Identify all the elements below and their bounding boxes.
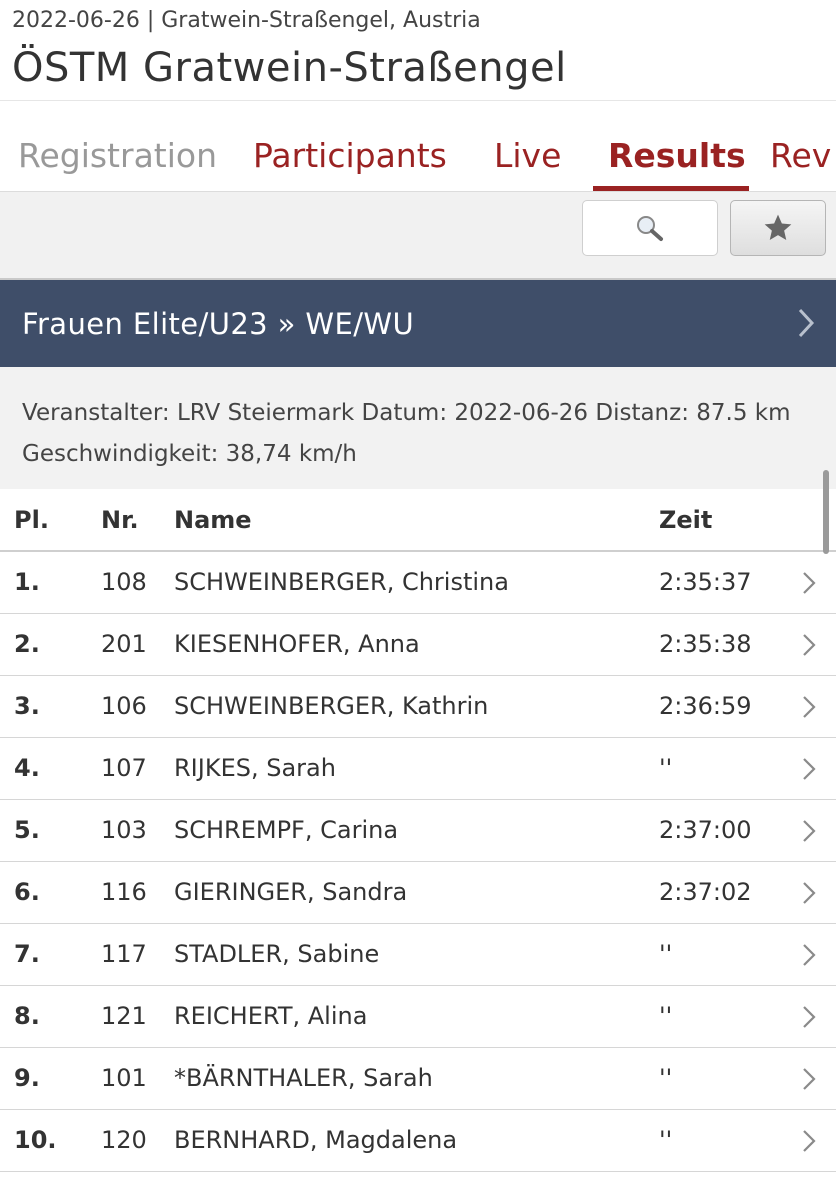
athlete-name-cell: GIERINGER, Sandra <box>174 878 408 906</box>
table-row[interactable]: 8. 121 REICHERT, Alina '' <box>0 986 836 1048</box>
place-cell: 6. <box>14 878 40 906</box>
bib-number-cell: 101 <box>101 1064 147 1092</box>
bib-number-cell: 106 <box>101 692 147 720</box>
chevron-right-icon <box>803 634 816 656</box>
place-cell: 4. <box>14 754 40 782</box>
bib-number-cell: 103 <box>101 816 147 844</box>
place-cell: 10. <box>14 1126 57 1154</box>
chevron-right-icon <box>803 882 816 904</box>
tab-participants[interactable]: Participants <box>253 136 447 175</box>
athlete-name-cell: RIJKES, Sarah <box>174 754 336 782</box>
event-date-location: 2022-06-26 | Gratwein-Straßengel, Austri… <box>12 8 481 33</box>
table-row[interactable]: 10. 120 BERNHARD, Magdalena '' <box>0 1110 836 1172</box>
chevron-right-icon <box>803 1068 816 1090</box>
time-cell: '' <box>659 1064 673 1092</box>
tab-registration[interactable]: Registration <box>18 136 217 175</box>
place-cell: 8. <box>14 1002 40 1030</box>
athlete-name-cell: BERNHARD, Magdalena <box>174 1126 458 1154</box>
time-cell: '' <box>659 1002 673 1030</box>
table-row[interactable]: 5. 103 SCHREMPF, Carina 2:37:00 <box>0 800 836 862</box>
time-cell: 2:37:00 <box>659 816 752 844</box>
chevron-right-icon <box>803 572 816 594</box>
table-row[interactable]: 2. 201 KIESENHOFER, Anna 2:35:38 <box>0 614 836 676</box>
header-name: Name <box>174 506 252 534</box>
chevron-right-icon <box>803 696 816 718</box>
bib-number-cell: 117 <box>101 940 147 968</box>
chevron-right-icon <box>803 1006 816 1028</box>
time-cell: '' <box>659 940 673 968</box>
tab-reviews[interactable]: Rev <box>770 136 831 175</box>
table-row[interactable]: 6. 116 GIERINGER, Sandra 2:37:02 <box>0 862 836 924</box>
athlete-name-cell: SCHREMPF, Carina <box>174 816 399 844</box>
athlete-name-cell: SCHWEINBERGER, Christina <box>174 568 509 596</box>
chevron-right-icon <box>798 308 815 338</box>
chevron-right-icon <box>803 820 816 842</box>
favorite-button[interactable] <box>730 200 826 256</box>
place-cell: 3. <box>14 692 40 720</box>
table-row[interactable]: 7. 117 STADLER, Sabine '' <box>0 924 836 986</box>
search-button[interactable] <box>582 200 718 256</box>
athlete-name-cell: SCHWEINBERGER, Kathrin <box>174 692 489 720</box>
table-header: Pl. Nr. Name Zeit <box>0 490 836 552</box>
header-number: Nr. <box>101 506 139 534</box>
bib-number-cell: 107 <box>101 754 147 782</box>
table-row[interactable]: 1. 108 SCHWEINBERGER, Christina 2:35:37 <box>0 552 836 614</box>
race-info-text: Veranstalter: LRV Steiermark Datum: 2022… <box>22 400 791 467</box>
time-cell: 2:37:02 <box>659 878 752 906</box>
tab-bar: Registration Participants Live Results R… <box>0 130 836 190</box>
time-cell: 2:35:38 <box>659 630 752 658</box>
category-banner[interactable]: Frauen Elite/U23 » WE/WU <box>0 280 836 367</box>
results-table: Pl. Nr. Name Zeit 1. 108 SCHWEINBERGER, Ch… <box>0 490 836 1172</box>
place-cell: 9. <box>14 1064 40 1092</box>
athlete-name-cell: STADLER, Sabine <box>174 940 380 968</box>
header-divider <box>0 100 836 101</box>
time-cell: '' <box>659 1126 673 1154</box>
athlete-name-cell: REICHERT, Alina <box>174 1002 368 1030</box>
event-title: ÖSTM Gratwein-Straßengel <box>12 45 567 91</box>
scrollbar[interactable] <box>823 470 829 554</box>
tab-results[interactable]: Results <box>608 136 746 175</box>
bib-number-cell: 201 <box>101 630 147 658</box>
athlete-name-cell: KIESENHOFER, Anna <box>174 630 420 658</box>
place-cell: 7. <box>14 940 40 968</box>
tab-live[interactable]: Live <box>494 136 561 175</box>
time-cell: '' <box>659 754 673 782</box>
table-row[interactable]: 9. 101 *BÄRNTHALER, Sarah '' <box>0 1048 836 1110</box>
place-cell: 1. <box>14 568 40 596</box>
bib-number-cell: 121 <box>101 1002 147 1030</box>
header-time: Zeit <box>659 506 713 534</box>
magnifier-icon <box>637 216 663 241</box>
star-icon <box>764 214 792 240</box>
athlete-name-cell: *BÄRNTHALER, Sarah <box>174 1064 433 1092</box>
time-cell: 2:36:59 <box>659 692 752 720</box>
toolbar <box>0 191 836 280</box>
chevron-right-icon <box>803 944 816 966</box>
bib-number-cell: 120 <box>101 1126 147 1154</box>
chevron-right-icon <box>803 1130 816 1152</box>
race-info: Veranstalter: LRV Steiermark Datum: 2022… <box>0 367 836 489</box>
header-place: Pl. <box>14 506 49 534</box>
table-row[interactable]: 4. 107 RIJKES, Sarah '' <box>0 738 836 800</box>
table-row[interactable]: 3. 106 SCHWEINBERGER, Kathrin 2:36:59 <box>0 676 836 738</box>
place-cell: 5. <box>14 816 40 844</box>
time-cell: 2:35:37 <box>659 568 752 596</box>
bib-number-cell: 116 <box>101 878 147 906</box>
place-cell: 2. <box>14 630 40 658</box>
event-header: 2022-06-26 | Gratwein-Straßengel, Austri… <box>0 0 836 100</box>
category-title: Frauen Elite/U23 » WE/WU <box>22 307 415 341</box>
chevron-right-icon <box>803 758 816 780</box>
bib-number-cell: 108 <box>101 568 147 596</box>
